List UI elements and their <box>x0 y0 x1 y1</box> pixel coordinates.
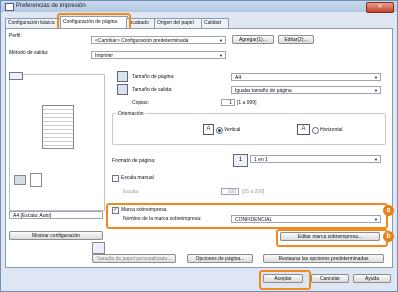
printer-icon <box>14 175 26 185</box>
page-layout-select[interactable]: 1 en 1 ▼ <box>250 155 381 163</box>
scale-label: Escala: <box>123 189 140 195</box>
output-method-label: Método de salida: <box>9 50 49 56</box>
chevron-down-icon: ▼ <box>374 217 378 222</box>
custom-paper-size-button[interactable]: Tamaño de papel personalizado... <box>92 254 176 263</box>
edit-profile-button[interactable]: Editar(2)... <box>278 35 314 44</box>
edit-watermark-button[interactable]: Editar marca sobreimpresa... <box>280 232 380 241</box>
output-size-icon <box>117 84 128 95</box>
add-profile-button[interactable]: Agregar(1)... <box>232 35 274 44</box>
vertical-radio[interactable] <box>216 127 223 134</box>
portrait-icon: A <box>203 124 214 135</box>
landscape-icon: A <box>297 124 310 135</box>
ok-button[interactable]: Aceptar <box>263 274 303 283</box>
copies-range: [1 a 999] <box>237 100 257 106</box>
preview-toggle-icon[interactable] <box>9 72 23 80</box>
printer-settings-icon[interactable] <box>92 242 105 254</box>
scale-spinner[interactable]: 100 <box>221 188 239 195</box>
manual-scale-checkbox[interactable] <box>112 175 119 182</box>
tab-basic[interactable]: Configuración básica <box>5 18 61 28</box>
output-size-select[interactable]: Igualar tamaño de página ▼ <box>231 86 381 94</box>
page-size-icon <box>117 71 128 82</box>
restore-defaults-button[interactable]: Restaurar las opciones predeterminadas <box>263 254 384 263</box>
profile-label: Perfil: <box>9 33 22 39</box>
horizontal-radio[interactable] <box>312 127 319 134</box>
cancel-button[interactable]: Cancelar <box>311 274 349 283</box>
layout-icon: 1 <box>233 154 248 167</box>
orientation-group: Orientación A Vertical A Horizontal <box>112 111 386 145</box>
page-setup-panel: Perfil: <Cambiar> Configuración predeter… <box>5 28 393 268</box>
page-size-select[interactable]: A4 ▼ <box>231 73 381 81</box>
orientation-label: Orientación <box>117 111 145 117</box>
horizontal-label: Horizontal <box>320 127 343 133</box>
callout-badge-b: b <box>383 231 394 242</box>
help-button[interactable]: Ayuda <box>353 274 391 283</box>
print-preferences-window: Preferencias de impresión ✕ Configuració… <box>0 0 398 292</box>
window-title: Preferencias de impresión <box>16 3 86 9</box>
callout-badge-a: a <box>383 205 394 216</box>
page-layout-label: Formato de página: <box>112 158 156 164</box>
tab-paper-source[interactable]: Origen del papel <box>154 18 203 28</box>
chevron-down-icon: ▼ <box>374 88 378 93</box>
chevron-down-icon: ▼ <box>374 75 378 80</box>
watermark-label: Marca sobreimpresa <box>121 207 167 213</box>
title-bar: Preferencias de impresión ✕ <box>1 1 397 13</box>
show-settings-button[interactable]: Mostrar configuración <box>9 231 103 240</box>
page-options-button[interactable]: Opciones de página... <box>187 254 253 263</box>
output-size-label: Tamaño de salida: <box>132 87 173 93</box>
vertical-label: Vertical <box>224 127 241 133</box>
scale-range: [25 a 200] <box>242 189 265 195</box>
profile-select[interactable]: <Cambiar> Configuración predeterminada ▼ <box>91 36 226 44</box>
copies-spinner[interactable]: 1 <box>221 99 235 106</box>
copies-label: Copias: <box>132 100 149 106</box>
preview-scale-text: A4 [Escala: Auto] <box>9 211 103 219</box>
page-thumbnail <box>42 105 74 149</box>
page-icon <box>30 173 42 187</box>
close-button[interactable]: ✕ <box>366 2 394 13</box>
page-preview <box>9 74 105 211</box>
page-size-label: Tamaño de página: <box>132 74 175 80</box>
watermark-name-label: Nombre de la marca sobreimpresa: <box>123 216 202 222</box>
watermark-name-select[interactable]: CONFIDENCIAL ▼ <box>231 215 381 223</box>
output-method-select[interactable]: Imprimir ▼ <box>91 51 226 59</box>
chevron-down-icon: ▼ <box>219 38 223 43</box>
printer-icon <box>5 3 14 11</box>
manual-scale-label: Escala manual <box>121 175 154 181</box>
watermark-checkbox[interactable]: ✓ <box>112 207 119 214</box>
chevron-down-icon: ▼ <box>374 157 378 162</box>
chevron-down-icon: ▼ <box>219 53 223 58</box>
tab-quality[interactable]: Calidad <box>201 18 229 28</box>
